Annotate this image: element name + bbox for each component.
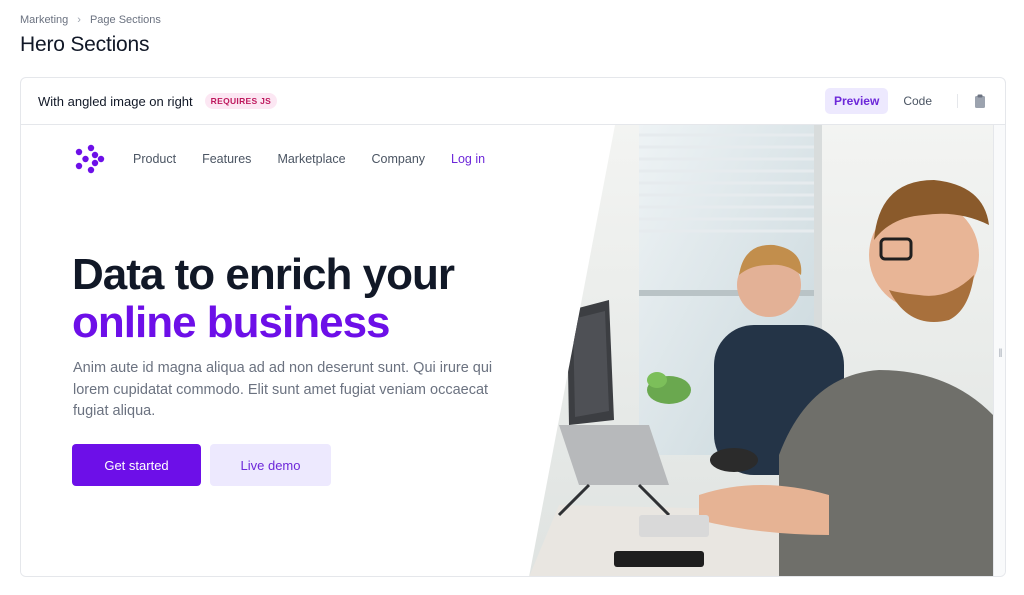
hero-image [529,125,993,576]
nav-link-features[interactable]: Features [202,152,251,166]
breadcrumb-item-page-sections[interactable]: Page Sections [90,14,161,26]
brand-logo-icon[interactable] [73,143,105,175]
hero-lead-text: Anim aute id magna aliqua ad ad non dese… [73,360,493,419]
card-title: With angled image on right [38,93,193,109]
live-demo-button[interactable]: Live demo [210,444,331,486]
grip-icon: || [998,346,1003,357]
component-card: With angled image on right REQUIRES JS P… [20,77,1006,577]
tab-code[interactable]: Code [894,88,941,114]
card-actions: Preview Code [824,88,988,114]
headline-line-2: online business [72,298,391,347]
breadcrumb: Marketing › Page Sections [20,14,161,26]
nav-link-marketplace[interactable]: Marketplace [277,152,345,166]
nav-link-company[interactable]: Company [372,152,426,166]
hero-nav: Product Features Marketplace Company Log… [73,143,511,175]
get-started-button[interactable]: Get started [72,444,201,486]
clipboard-icon[interactable] [972,93,988,109]
tab-preview[interactable]: Preview [824,88,889,114]
divider [957,94,958,108]
nav-link-product[interactable]: Product [133,152,176,166]
page-title: Hero Sections [20,33,150,56]
hero-preview: Product Features Marketplace Company Log… [21,125,993,576]
login-link[interactable]: Log in [451,152,485,166]
requires-js-badge: REQUIRES JS [204,93,278,109]
card-header: With angled image on right REQUIRES JS P… [21,78,1005,125]
headline-line-1: Data to enrich your [72,250,455,299]
breadcrumb-item-marketing[interactable]: Marketing [20,14,68,26]
resize-handle[interactable]: || [993,125,1005,576]
chevron-right-icon: › [77,14,81,26]
hero-headline: Data to enrich your online business [72,250,455,347]
